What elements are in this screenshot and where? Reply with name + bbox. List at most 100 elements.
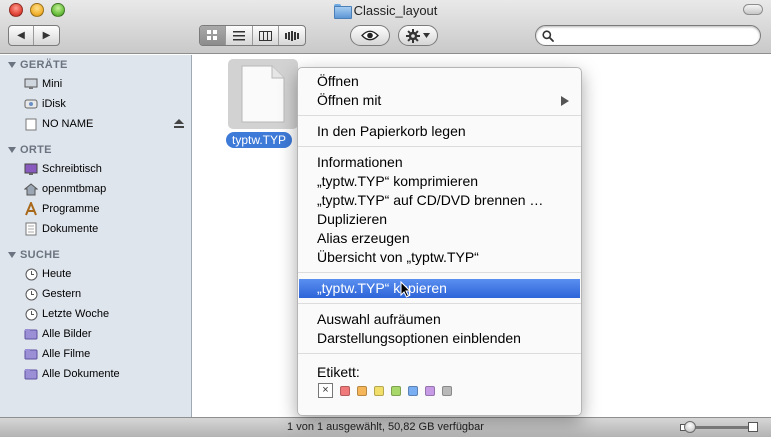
external-drive-icon: [24, 117, 38, 131]
sidebar-item-programme[interactable]: Programme: [24, 200, 190, 218]
window-title: Classic_layout: [353, 3, 438, 18]
menu-item-duplizieren[interactable]: Duplizieren: [298, 210, 581, 229]
finder-window: Classic_layout ◀ ▶ GERÄTE Mini iDisk NO …: [0, 0, 771, 437]
quick-look-button[interactable]: [350, 25, 390, 46]
clock-icon: [24, 287, 38, 301]
sidebar-item-alle-bilder[interactable]: Alle Bilder: [24, 325, 190, 343]
icon-grid-icon: [207, 30, 218, 40]
menu-separator: [298, 115, 581, 116]
sidebar-item-idisk[interactable]: iDisk: [24, 95, 190, 113]
back-arrow-icon: ◀: [17, 30, 25, 41]
sidebar-item-openmtbmap[interactable]: openmtbmap: [24, 180, 190, 198]
sidebar-item-alle-dokumente[interactable]: Alle Dokumente: [24, 365, 190, 383]
view-mode-buttons: [199, 25, 306, 46]
menu-separator: [298, 303, 581, 304]
sidebar: GERÄTE Mini iDisk NO NAME ORTE Schreibti…: [0, 55, 192, 417]
disclosure-triangle-icon: [8, 252, 16, 258]
sidebar-section-search[interactable]: SUCHE: [8, 249, 60, 261]
column-view-button[interactable]: [253, 26, 279, 45]
document-file-icon: [241, 65, 285, 123]
sidebar-section-places[interactable]: ORTE: [8, 144, 52, 156]
computer-icon: [24, 77, 38, 91]
menu-item-oeffnen[interactable]: Öffnen: [298, 72, 581, 91]
sidebar-item-mini[interactable]: Mini: [24, 75, 190, 93]
slider-track[interactable]: [692, 426, 750, 429]
icon-view-button[interactable]: [200, 26, 227, 45]
icon-size-slider[interactable]: [680, 421, 758, 433]
idisk-icon: [24, 97, 38, 111]
menu-separator: [298, 353, 581, 354]
label-purple-button[interactable]: [425, 385, 435, 396]
coverflow-view-button[interactable]: [279, 26, 305, 45]
label-green-button[interactable]: [391, 385, 401, 396]
list-icon: [232, 30, 245, 40]
smart-folder-icon: [24, 347, 38, 361]
label-blue-button[interactable]: [408, 385, 418, 396]
menu-separator: [298, 146, 581, 147]
status-bar: 1 von 1 ausgewählt, 50,82 GB verfügbar: [0, 417, 771, 437]
back-forward-buttons: ◀ ▶: [8, 25, 60, 46]
label-none-button[interactable]: ×: [318, 383, 333, 398]
file-name-label[interactable]: typtw.TYP: [226, 132, 293, 148]
label-heading: Etikett:: [317, 364, 360, 380]
mouse-cursor-icon: [400, 281, 411, 298]
slider-knob[interactable]: [684, 421, 696, 433]
label-color-row: ×: [318, 383, 452, 398]
menu-item-informationen[interactable]: Informationen: [298, 153, 581, 172]
menu-item-darstellungsoptionen[interactable]: Darstellungsoptionen einblenden: [298, 329, 581, 348]
clock-icon: [24, 307, 38, 321]
menu-item-brennen[interactable]: „typtw.TYP“ auf CD/DVD brennen …: [298, 191, 581, 210]
sidebar-section-devices[interactable]: GERÄTE: [8, 59, 68, 71]
label-red-button[interactable]: [340, 385, 350, 396]
columns-icon: [258, 30, 272, 41]
gear-icon: [406, 28, 420, 43]
list-view-button[interactable]: [226, 26, 253, 45]
desktop-icon: [24, 162, 38, 176]
sidebar-item-heute[interactable]: Heute: [24, 265, 190, 283]
search-field[interactable]: [535, 25, 761, 46]
back-button[interactable]: ◀: [9, 26, 35, 45]
menu-separator: [298, 272, 581, 273]
sidebar-item-alle-filme[interactable]: Alle Filme: [24, 345, 190, 363]
action-menu-button[interactable]: [398, 25, 438, 46]
submenu-arrow-icon: [561, 96, 569, 106]
file-item-typtw[interactable]: [228, 59, 298, 129]
folder-icon: [333, 4, 352, 19]
menu-item-auswahl-aufraeumen[interactable]: Auswahl aufräumen: [298, 310, 581, 329]
sidebar-item-no-name[interactable]: NO NAME: [24, 115, 190, 133]
sidebar-item-letzte-woche[interactable]: Letzte Woche: [24, 305, 190, 323]
documents-icon: [24, 222, 38, 236]
menu-item-komprimieren[interactable]: „typtw.TYP“ komprimieren: [298, 172, 581, 191]
menu-item-uebersicht[interactable]: Übersicht von „typtw.TYP“: [298, 248, 581, 267]
context-menu: Öffnen Öffnen mit In den Papierkorb lege…: [297, 67, 582, 416]
sidebar-item-gestern[interactable]: Gestern: [24, 285, 190, 303]
smart-folder-icon: [24, 327, 38, 341]
sidebar-item-schreibtisch[interactable]: Schreibtisch: [24, 160, 190, 178]
search-input[interactable]: [558, 28, 754, 43]
window-title-bar: Classic_layout: [0, 3, 771, 21]
disclosure-triangle-icon: [8, 62, 16, 68]
coverflow-icon: [284, 30, 299, 41]
chevron-down-icon: [423, 33, 430, 38]
sidebar-item-dokumente[interactable]: Dokumente: [24, 220, 190, 238]
eye-icon: [361, 30, 379, 41]
large-icon-size-icon: [748, 422, 758, 432]
label-orange-button[interactable]: [357, 385, 367, 396]
forward-button[interactable]: ▶: [34, 26, 59, 45]
menu-item-kopieren[interactable]: „typtw.TYP“ kopieren: [299, 279, 580, 298]
menu-item-papierkorb[interactable]: In den Papierkorb legen: [298, 122, 581, 141]
menu-item-alias-erzeugen[interactable]: Alias erzeugen: [298, 229, 581, 248]
label-gray-button[interactable]: [442, 385, 452, 396]
clock-icon: [24, 267, 38, 281]
eject-icon[interactable]: [174, 119, 184, 128]
disclosure-triangle-icon: [8, 147, 16, 153]
label-yellow-button[interactable]: [374, 385, 384, 396]
applications-icon: [24, 202, 38, 216]
status-text: 1 von 1 ausgewählt, 50,82 GB verfügbar: [287, 421, 484, 433]
search-icon: [542, 30, 554, 42]
home-icon: [24, 182, 38, 196]
toolbar-toggle-button[interactable]: [743, 4, 763, 15]
smart-folder-icon: [24, 367, 38, 381]
toolbar: Classic_layout ◀ ▶: [0, 0, 771, 54]
menu-item-oeffnen-mit[interactable]: Öffnen mit: [298, 91, 581, 110]
